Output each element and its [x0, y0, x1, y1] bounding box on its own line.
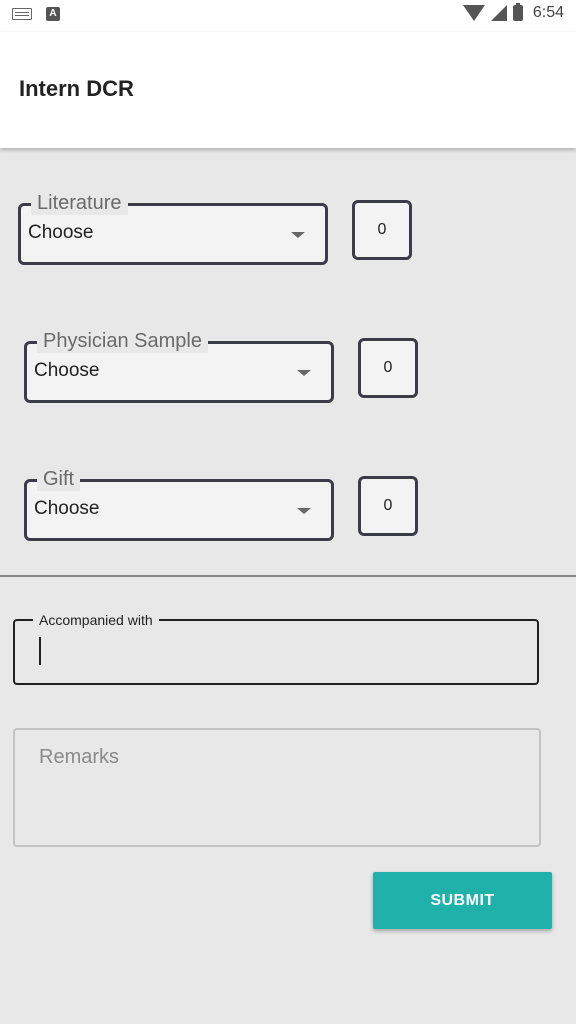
- physician-sample-selected: Choose: [34, 360, 100, 381]
- physician-sample-label: Physician Sample: [37, 330, 208, 353]
- physician-sample-quantity[interactable]: 0: [358, 338, 418, 398]
- keyboard-icon: [12, 8, 32, 20]
- literature-label: Literature: [31, 192, 128, 215]
- submit-button[interactable]: SUBMIT: [373, 872, 552, 929]
- gift-label: Gift: [37, 468, 81, 491]
- page-title: Intern DCR: [19, 76, 134, 101]
- status-time: 6:54: [532, 4, 564, 21]
- gift-quantity[interactable]: 0: [358, 476, 418, 536]
- signal-icon: [490, 5, 507, 21]
- accompanied-with-field[interactable]: Accompanied with: [13, 612, 539, 685]
- literature-selected: Choose: [28, 222, 94, 243]
- literature-dropdown[interactable]: Literature Choose: [18, 192, 328, 265]
- dropdown-arrow-icon: [297, 508, 311, 514]
- wifi-icon: [462, 5, 485, 21]
- dropdown-arrow-icon: [297, 370, 311, 376]
- accompanied-with-label: Accompanied with: [33, 612, 159, 628]
- divider: [0, 575, 576, 577]
- a-icon: A: [46, 7, 60, 21]
- app-bar: Intern DCR: [0, 32, 576, 148]
- literature-quantity[interactable]: 0: [352, 200, 412, 260]
- gift-dropdown[interactable]: Gift Choose: [24, 468, 334, 541]
- battery-icon: [512, 3, 523, 21]
- status-left: A: [12, 7, 60, 21]
- remarks-field[interactable]: Remarks: [13, 728, 541, 847]
- remarks-placeholder: Remarks: [39, 746, 120, 768]
- text-cursor: [39, 637, 41, 665]
- physician-sample-dropdown[interactable]: Physician Sample Choose: [24, 330, 334, 403]
- dropdown-arrow-icon: [291, 232, 305, 238]
- status-bar: A 6:54: [0, 0, 576, 32]
- status-right: 6:54: [462, 3, 564, 22]
- gift-selected: Choose: [34, 498, 100, 519]
